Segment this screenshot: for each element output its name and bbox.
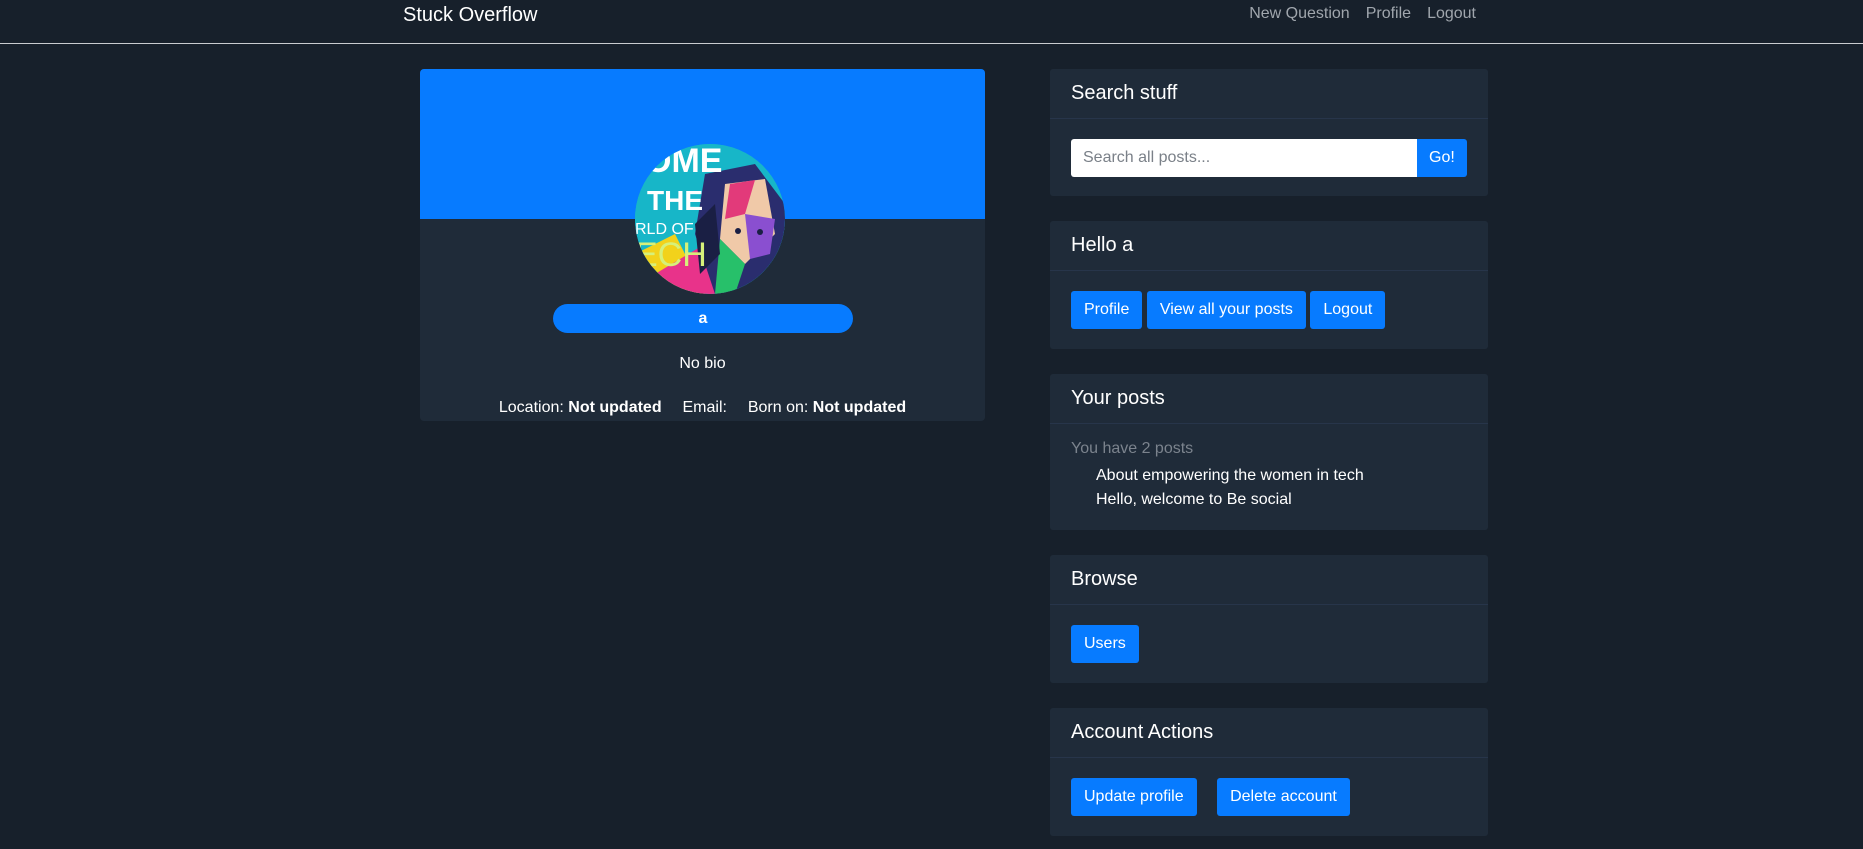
post-link[interactable]: About empowering the women in tech (1096, 464, 1467, 488)
top-navbar: Stuck Overflow New Question Profile Logo… (0, 0, 1863, 44)
email-label: Email: (682, 399, 727, 416)
search-card: Search stuff Go! (1050, 69, 1488, 196)
account-actions-card: Account Actions Update profile Delete ac… (1050, 708, 1488, 836)
brand-logo[interactable]: Stuck Overflow (403, 4, 537, 27)
update-profile-button[interactable]: Update profile (1071, 778, 1197, 816)
nav-new-question-link[interactable]: New Question (1249, 5, 1350, 23)
hello-card-title: Hello a (1050, 221, 1488, 271)
nav-links: New Question Profile Logout (1249, 5, 1476, 23)
avatar: OME THE RLD OF ECH (635, 144, 785, 294)
avatar-text-line-2: THE (647, 185, 703, 216)
browse-users-button[interactable]: Users (1071, 625, 1139, 663)
avatar-artwork: OME THE RLD OF ECH (635, 144, 785, 294)
browse-title: Browse (1050, 555, 1488, 605)
your-posts-card: Your posts You have 2 posts About empowe… (1050, 374, 1488, 530)
hello-logout-button[interactable]: Logout (1310, 291, 1386, 329)
hello-card: Hello a Profile View all your posts Logo… (1050, 221, 1488, 349)
profile-details: Location: Not updated Email: Born on: No… (420, 399, 985, 417)
location-value: Not updated (568, 399, 662, 416)
your-posts-title: Your posts (1050, 374, 1488, 424)
delete-account-button[interactable]: Delete account (1217, 778, 1350, 816)
browse-card: Browse Users (1050, 555, 1488, 683)
search-input[interactable] (1071, 139, 1417, 177)
born-label: Born on: (747, 399, 809, 416)
account-actions-title: Account Actions (1050, 708, 1488, 758)
view-all-posts-button[interactable]: View all your posts (1146, 291, 1306, 329)
search-go-button[interactable]: Go! (1417, 139, 1467, 177)
profile-card: OME THE RLD OF ECH a No bio Location: No… (420, 69, 985, 421)
nav-logout-link[interactable]: Logout (1427, 5, 1476, 23)
post-link[interactable]: Hello, welcome to Be social (1096, 488, 1467, 512)
post-list: About empowering the women in tech Hello… (1071, 464, 1467, 512)
avatar-text-line-4: ECH (635, 236, 707, 274)
username-badge: a (553, 304, 853, 333)
post-count: You have 2 posts (1071, 440, 1194, 457)
nav-profile-link[interactable]: Profile (1366, 5, 1411, 23)
born-value: Not updated (812, 399, 907, 416)
location-label: Location: (498, 399, 564, 416)
profile-bio: No bio (679, 355, 726, 372)
hello-profile-button[interactable]: Profile (1071, 291, 1143, 329)
search-card-title: Search stuff (1050, 69, 1488, 119)
